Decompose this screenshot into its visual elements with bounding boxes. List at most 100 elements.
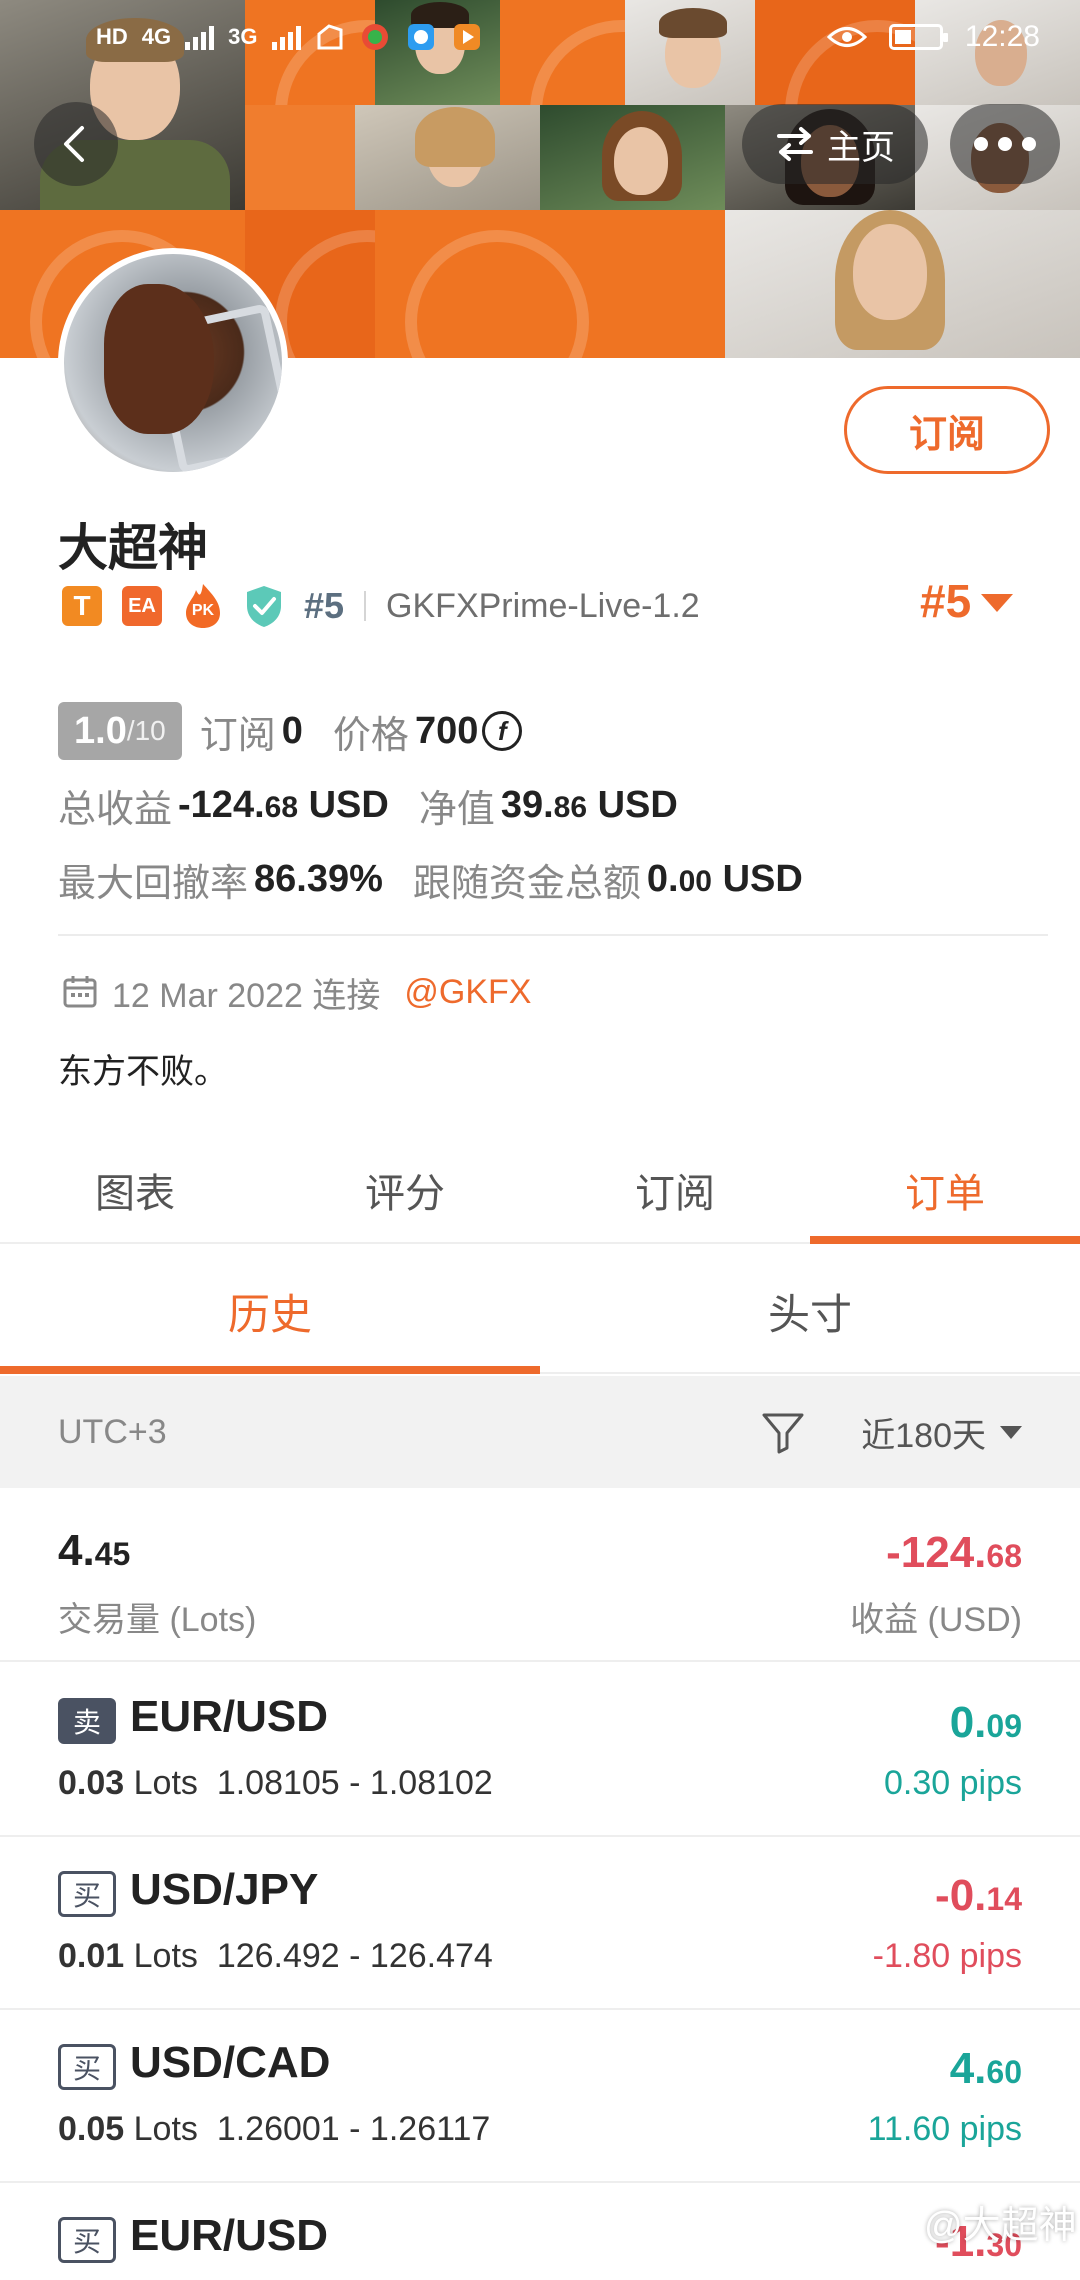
home-button[interactable]: 主页 [742, 104, 928, 184]
joined-row: 12 Mar 2022 连接 @GKFX [62, 964, 531, 1020]
badge-ea[interactable]: EA [122, 586, 162, 626]
rank-small: #5 [304, 585, 345, 626]
tab-rating[interactable]: 评分 [270, 1138, 540, 1242]
price-value: 700 [414, 709, 479, 752]
equity-value: 39.86 USD [500, 783, 678, 826]
order-pips: -1.80 pips [872, 1937, 1022, 1975]
divider [364, 591, 367, 621]
main-tabs: 图表 评分 订阅 订单 [0, 1138, 1080, 1244]
watermark: @大超神 [884, 2194, 1077, 2249]
badge-row: T EA PK #5 GKFXPrime-Live-1.2 [62, 580, 700, 632]
tab-subscription[interactable]: 订阅 [540, 1138, 810, 1242]
order-detail: 0.03 Lots 1.08105 - 1.08102 [58, 1764, 493, 1802]
video-app-icon [453, 24, 480, 50]
badge-t[interactable]: T [62, 586, 102, 626]
price-label: 价格 [332, 714, 409, 757]
max-drawdown-value: 86.39% [254, 857, 383, 900]
divider [58, 934, 1048, 936]
network-4g-label: 4G [141, 24, 172, 49]
caret-down-icon [981, 594, 1014, 612]
server-name: GKFXPrime-Live-1.2 [386, 586, 700, 625]
more-dot-icon [998, 137, 1012, 151]
order-detail: 0.05 Lots 1.26001 - 1.26117 [58, 2110, 491, 2148]
status-bar: HD 4G 3G 12:28 [0, 0, 1080, 74]
avatar[interactable] [58, 248, 288, 478]
total-profit-value: -124.68 USD [178, 783, 389, 826]
total-profit-label: 收益 (USD) [850, 1601, 1022, 1639]
tab-orders[interactable]: 订单 [810, 1138, 1080, 1244]
equity-label: 净值 [418, 788, 495, 831]
cover-tile [375, 210, 725, 358]
filter-bar: UTC+3 近180天 [0, 1376, 1080, 1488]
verified-shield-icon[interactable] [244, 584, 284, 628]
coin-icon: f [482, 711, 523, 751]
order-pair: EUR/USD [130, 2211, 329, 2260]
home-label: 主页 [827, 128, 895, 167]
order-row[interactable]: 买 USD/CAD 0.05 Lots 1.26001 - 1.26117 4.… [0, 2010, 1080, 2183]
cover-photo-9 [725, 210, 1080, 358]
side-badge-buy: 买 [58, 2044, 116, 2090]
order-detail: 0.01 Lots 126.492 - 126.474 [58, 1937, 493, 1975]
order-profit: 0.09 [949, 1698, 1022, 1747]
subscriber-count: 0 [281, 709, 303, 752]
eye-icon [826, 27, 867, 47]
rank-big-label: #5 [920, 575, 972, 627]
order-profit: -0.14 [935, 1871, 1022, 1920]
subscribe-button[interactable]: 订阅 [844, 386, 1050, 474]
range-dropdown[interactable]: 近180天 [861, 1408, 1022, 1457]
trader-name: 大超神 [58, 520, 208, 576]
subtab-positions[interactable]: 头寸 [540, 1250, 1080, 1372]
cover-photo-6 [540, 105, 725, 210]
side-badge-sell: 卖 [58, 1698, 116, 1744]
joined-date: 12 Mar 2022 连接 [112, 976, 381, 1015]
side-badge-buy: 买 [58, 2217, 116, 2263]
subtab-history[interactable]: 历史 [0, 1250, 540, 1374]
hd-indicator: HD [96, 24, 128, 49]
side-badge-buy: 买 [58, 1871, 116, 1917]
total-volume: 4.45 [58, 1526, 131, 1575]
network-3g-label: 3G [228, 24, 258, 49]
broker-link[interactable]: @GKFX [404, 973, 531, 1012]
app-icon [407, 24, 434, 50]
calendar-icon [63, 976, 97, 1008]
signal-icon [271, 24, 301, 50]
range-label: 近180天 [861, 1416, 986, 1455]
rating-badge[interactable]: 1.0/10 [58, 702, 182, 760]
bio: 东方不败。 [58, 1053, 228, 1091]
rank-dropdown[interactable]: #5 [920, 574, 1014, 628]
follow-funds-value: 0.00 USD [646, 857, 803, 900]
app-icon [361, 24, 388, 50]
order-pair: USD/JPY [130, 1865, 319, 1914]
order-pips: 11.60 pips [867, 2110, 1022, 2148]
stats-block: 1.0/10 订阅 0 价格 700 f 总收益 -124.68 USD 净值 … [58, 694, 1038, 916]
badge-pk-flame-icon[interactable]: PK [182, 582, 224, 630]
more-button[interactable] [950, 104, 1060, 184]
clock: 12:28 [964, 20, 1040, 53]
notification-icon [317, 24, 342, 50]
order-row[interactable]: 卖 EUR/USD 0.03 Lots 1.08105 - 1.08102 0.… [0, 1664, 1080, 1837]
follow-funds-label: 跟随资金总额 [412, 862, 641, 905]
timezone-label: UTC+3 [58, 1412, 167, 1451]
tab-chart[interactable]: 图表 [0, 1138, 270, 1242]
swap-icon [777, 127, 813, 161]
order-list: 卖 EUR/USD 0.03 Lots 1.08105 - 1.08102 0.… [0, 1664, 1080, 2280]
total-volume-label: 交易量 (Lots) [58, 1601, 257, 1639]
filter-icon[interactable] [759, 1408, 807, 1456]
order-row[interactable]: 买 USD/JPY 0.01 Lots 126.492 - 126.474 -0… [0, 1837, 1080, 2010]
rating-max: /10 [126, 715, 166, 746]
watermark-text: @大超神 [924, 2205, 1077, 2247]
order-summary: 4.45 交易量 (Lots) -124.68 收益 (USD) [0, 1490, 1080, 1662]
more-dot-icon [1022, 137, 1036, 151]
order-pair: EUR/USD [130, 1692, 329, 1741]
total-profit-label: 总收益 [58, 788, 173, 831]
order-pair: USD/CAD [130, 2038, 331, 2087]
cover-photo-5 [355, 105, 540, 210]
max-drawdown-label: 最大回撤率 [58, 862, 249, 905]
badge-pk-label: PK [191, 602, 215, 619]
weibo-logo-icon [885, 2209, 916, 2235]
back-button[interactable] [34, 102, 118, 186]
order-profit: 4.60 [949, 2044, 1022, 2093]
signal-icon [185, 24, 215, 50]
caret-down-icon [1000, 1425, 1022, 1439]
more-dot-icon [974, 137, 988, 151]
